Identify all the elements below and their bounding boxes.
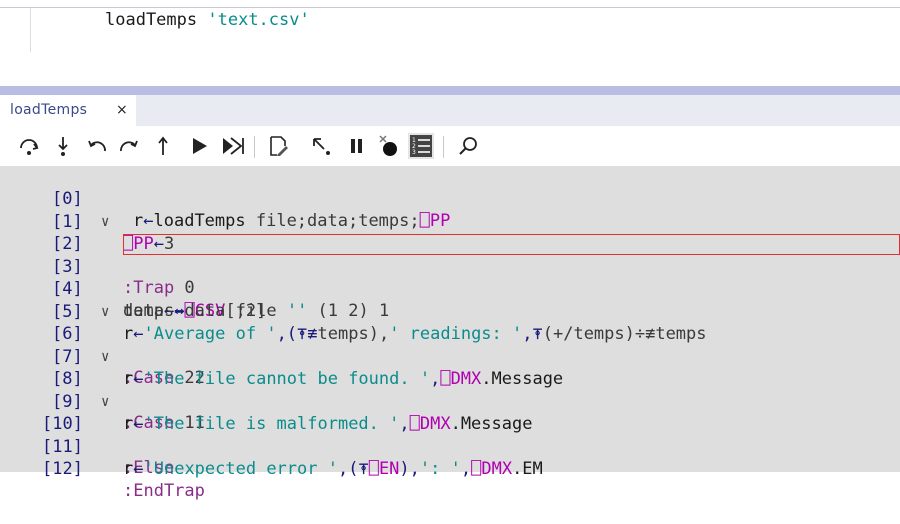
step-into-icon[interactable]: [50, 133, 76, 159]
fold-toggle-icon[interactable]: ∨: [101, 301, 109, 323]
code-line-0[interactable]: [0] r←loadTemps file;data;temps;⎕PP: [0, 166, 900, 231]
edit-icon[interactable]: [265, 133, 291, 159]
line-numbers-icon[interactable]: 123: [408, 133, 434, 159]
step-over-icon[interactable]: [16, 133, 42, 159]
run-icon[interactable]: [186, 133, 212, 159]
fold-toggle-icon[interactable]: ∨: [101, 346, 109, 368]
code-text: :EndTrap: [123, 481, 205, 501]
code-text: r←'Unexpected error ',(⍕⎕EN),': ',⎕DMX.E…: [123, 458, 543, 479]
code-line-6[interactable]: [6] ∨ :Case 22: [0, 301, 900, 388]
tab-bar: loadTemps ×: [0, 95, 900, 126]
svg-text:3: 3: [412, 149, 416, 156]
cursor-icon[interactable]: [308, 133, 334, 159]
code-line-10[interactable]: [10] ∨ :Else: [0, 391, 900, 478]
code-editor[interactable]: [0] r←loadTemps file;data;temps;⎕PP [1] …: [0, 166, 900, 501]
code-line-3[interactable]: [3] data←⇒⎕CSV file '' (1 2) 1: [0, 233, 900, 321]
command-argument: 'text.csv': [207, 10, 310, 30]
tab-loadtemps[interactable]: loadTemps ×: [0, 95, 136, 126]
session-command[interactable]: loadTemps 'text.csv': [105, 10, 310, 30]
session-window[interactable]: loadTemps 'text.csv': [0, 8, 900, 86]
run-to-end-icon[interactable]: [220, 133, 246, 159]
code-line-11[interactable]: [11] r←'Unexpected error ',(⍕⎕EN),': ',⎕…: [0, 414, 900, 479]
code-line-5[interactable]: [5] r←'Average of ',(⍕≢temps),' readings…: [0, 279, 900, 344]
session-gutter: [30, 8, 31, 52]
command-function: loadTemps: [105, 10, 198, 30]
code-line-2[interactable]: [2] ∨ :Trap 0: [0, 211, 900, 298]
tab-label: loadTemps: [10, 102, 88, 118]
code-line-12[interactable]: [12] :EndTrap: [0, 436, 900, 501]
fold-toggle-icon[interactable]: ∨: [101, 211, 109, 233]
code-line-7[interactable]: [7] r←'The file cannot be found. ',⎕DMX.…: [0, 324, 900, 389]
step-out-icon[interactable]: [150, 133, 176, 159]
line-number: [12]: [42, 459, 83, 479]
step-forward-icon[interactable]: [116, 133, 142, 159]
step-back-icon[interactable]: [84, 133, 110, 159]
code-line-4[interactable]: [4] temps←data[;2]: [0, 256, 900, 321]
debugger-toolbar: 123: [0, 126, 900, 166]
window-splitter[interactable]: [0, 86, 900, 95]
clear-stops-icon[interactable]: [376, 133, 402, 159]
current-line-highlight: [123, 233, 900, 255]
pause-icon[interactable]: [343, 133, 369, 159]
code-line-9[interactable]: [9] r←'The file is malformed. ',⎕DMX.Mes…: [0, 369, 900, 434]
code-line-1[interactable]: [1] ⎕PP←3: [0, 189, 900, 254]
fold-toggle-icon[interactable]: ∨: [101, 391, 109, 413]
toolbar-separator: [254, 136, 255, 158]
close-icon[interactable]: ×: [116, 102, 128, 118]
code-line-8[interactable]: [8] ∨ :Case 11: [0, 346, 900, 433]
toolbar-separator: [443, 136, 444, 158]
search-icon[interactable]: [455, 133, 481, 159]
